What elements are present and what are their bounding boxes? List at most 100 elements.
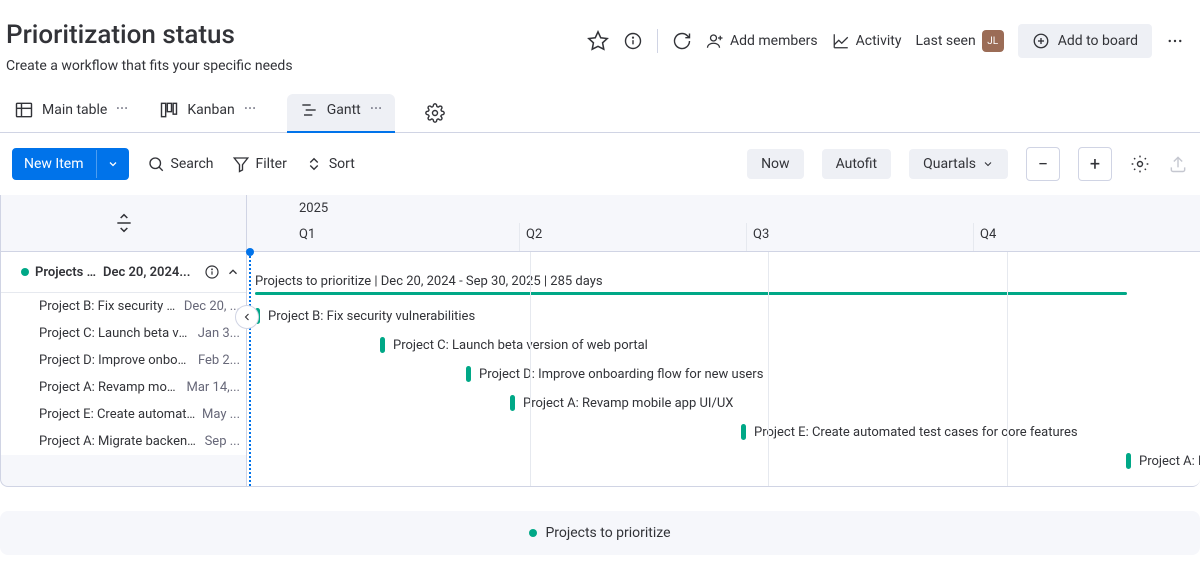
person-add-icon	[706, 32, 724, 50]
grid-line	[768, 252, 769, 486]
task-bar[interactable]: Project E: Create automated test cases f…	[741, 424, 1078, 440]
chevron-down-icon[interactable]	[96, 150, 129, 178]
avatar: JL	[982, 30, 1004, 52]
task-row[interactable]: Project C: Launch beta ve... Jan 3...	[1, 320, 246, 347]
summary-text: Projects to prioritize | Dec 20, 2024 - …	[255, 274, 603, 289]
info-icon[interactable]	[623, 31, 643, 51]
tab-label: Main table	[42, 102, 107, 118]
task-date: Sep ...	[205, 434, 240, 449]
group-name: Projects ...	[35, 265, 97, 280]
axis-year: 2025	[247, 195, 1200, 223]
add-to-board-button[interactable]: Add to board	[1018, 24, 1152, 58]
task-bar[interactable]: Project D: Improve onboarding flow for n…	[466, 366, 763, 382]
task-tick	[380, 337, 385, 353]
task-label: Project E: Create automated test cases f…	[754, 425, 1078, 440]
time-axis: 2025 Q1Q2Q3Q4	[247, 195, 1200, 252]
task-tick	[1126, 453, 1131, 469]
more-icon[interactable]	[1166, 32, 1184, 50]
task-label: Project A: M	[1139, 454, 1200, 469]
new-item-button[interactable]: New Item	[12, 148, 129, 180]
task-row[interactable]: Project A: Revamp mobil...Mar 14,...	[1, 374, 246, 401]
group-header[interactable]: Projects ... Dec 20, 2024...	[1, 252, 246, 293]
star-icon[interactable]	[587, 30, 609, 52]
gantt-chart[interactable]: 2025 Q1Q2Q3Q4 Projects to prioritize | D…	[247, 195, 1200, 486]
zoom-out-button[interactable]: −	[1026, 147, 1060, 181]
task-bar-row: Project C: Launch beta version of web po…	[247, 327, 1200, 356]
task-row[interactable]: Project E: Create automate...May ...	[1, 401, 246, 428]
task-date: Jan 3...	[198, 326, 240, 341]
task-label: Project B: Fix security vulnerabilities	[268, 309, 475, 324]
activity-button[interactable]: Activity	[832, 32, 902, 50]
today-marker	[246, 248, 254, 256]
task-bar[interactable]: Project A: M	[1126, 453, 1200, 469]
more-icon[interactable]	[243, 101, 257, 119]
tab-main-table[interactable]: Main table	[14, 94, 129, 132]
new-item-label: New Item	[12, 148, 96, 180]
last-seen[interactable]: Last seen JL	[915, 30, 1003, 52]
zoom-in-button[interactable]: +	[1078, 147, 1112, 181]
gantt-container: Projects ... Dec 20, 2024... Project B: …	[0, 195, 1200, 487]
tab-label: Kanban	[187, 102, 234, 118]
task-tick	[510, 395, 515, 411]
grid-line	[530, 252, 531, 486]
view-tabs: Main table Kanban Gantt	[0, 82, 1200, 133]
sort-icon	[305, 155, 323, 173]
expand-vertical-icon[interactable]	[114, 213, 134, 233]
add-to-board-label: Add to board	[1058, 33, 1138, 49]
export-icon[interactable]	[1168, 154, 1188, 174]
page-subtitle: Create a workflow that fits your specifi…	[6, 58, 293, 74]
task-bar[interactable]: Project A: Revamp mobile app UI/UX	[510, 395, 733, 411]
add-members-button[interactable]: Add members	[706, 32, 818, 50]
axis-quarter: Q1	[247, 223, 519, 251]
filter-label: Filter	[256, 156, 287, 172]
group-date: Dec 20, 2024...	[103, 265, 198, 280]
task-row[interactable]: Project A: Migrate backend... Sep ...	[1, 428, 246, 455]
task-date: May ...	[202, 407, 240, 422]
task-name: Project A: Migrate backend...	[39, 434, 199, 449]
tab-label: Gantt	[327, 102, 361, 118]
task-bar-row: Project A: M	[247, 443, 1200, 472]
task-date: Mar 14,...	[186, 380, 240, 395]
more-icon[interactable]	[115, 101, 129, 119]
tab-gantt[interactable]: Gantt	[287, 94, 395, 132]
now-button[interactable]: Now	[747, 149, 804, 179]
tab-kanban[interactable]: Kanban	[159, 94, 256, 132]
info-icon[interactable]	[204, 264, 220, 280]
collapse-sidebar-button[interactable]	[235, 305, 259, 329]
activity-label: Activity	[856, 33, 902, 49]
task-label: Project D: Improve onboarding flow for n…	[479, 367, 763, 382]
group-color-dot	[21, 268, 29, 276]
legend-label: Projects to prioritize	[545, 525, 670, 541]
today-line	[249, 252, 251, 486]
summary-bar	[255, 292, 1127, 295]
quartals-select[interactable]: Quartals	[909, 149, 1008, 179]
search-button[interactable]: Search	[147, 155, 214, 173]
task-date: Dec 20, ...	[184, 299, 240, 314]
sort-button[interactable]: Sort	[305, 155, 355, 173]
task-bar-row: Project D: Improve onboarding flow for n…	[247, 356, 1200, 385]
group-summary: Projects to prioritize | Dec 20, 2024 - …	[255, 274, 603, 289]
kanban-icon	[159, 100, 179, 120]
settings-icon[interactable]	[1130, 154, 1150, 174]
filter-button[interactable]: Filter	[232, 155, 287, 173]
task-row[interactable]: Project D: Improve onboar...Feb 2...	[1, 347, 246, 374]
task-name: Project D: Improve onboar...	[39, 353, 192, 368]
axis-quarter: Q4	[973, 223, 1200, 251]
settings-icon[interactable]	[425, 103, 445, 123]
page-title: Prioritization status	[6, 20, 293, 50]
task-row[interactable]: Project B: Fix security vu... Dec 20, ...	[1, 293, 246, 320]
activity-icon	[832, 32, 850, 50]
gantt-sidebar: Projects ... Dec 20, 2024... Project B: …	[1, 195, 247, 486]
task-bar-row: Project E: Create automated test cases f…	[247, 414, 1200, 443]
gantt-bars: Projects to prioritize | Dec 20, 2024 - …	[247, 252, 1200, 486]
sort-label: Sort	[329, 156, 355, 172]
more-icon[interactable]	[369, 101, 383, 119]
task-name: Project B: Fix security vu...	[39, 299, 178, 314]
task-bar[interactable]: Project C: Launch beta version of web po…	[380, 337, 648, 353]
task-bar[interactable]: Project B: Fix security vulnerabilities	[255, 308, 475, 324]
task-name: Project C: Launch beta ve...	[39, 326, 192, 341]
autofit-button[interactable]: Autofit	[822, 149, 892, 179]
axis-quarter: Q2	[519, 223, 746, 251]
sync-icon[interactable]	[672, 31, 692, 51]
chevron-up-icon[interactable]	[226, 265, 240, 279]
